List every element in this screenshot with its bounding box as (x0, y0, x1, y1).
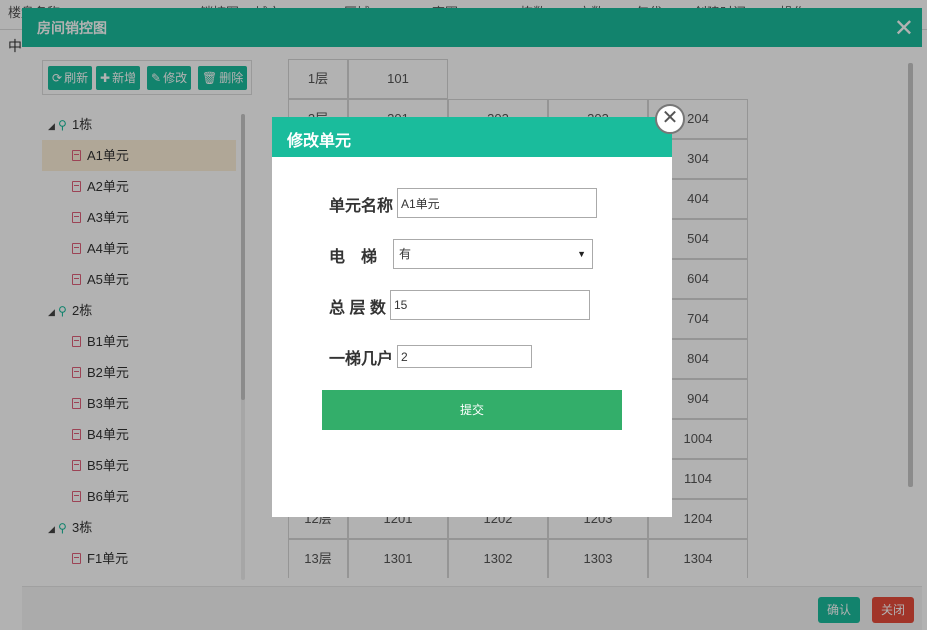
elevator-label: 电 梯 (329, 249, 378, 266)
households-label: 一梯几户 (329, 351, 394, 368)
dialog-title: 修改单元 (287, 133, 352, 150)
submit-button[interactable]: 提交 (322, 390, 622, 430)
edit-unit-dialog: 修改单元 单元名称 电 梯 有 ▼ 总 层 数 一梯几户 提交 (272, 117, 672, 517)
households-input[interactable] (397, 345, 532, 368)
chevron-down-icon: ▼ (577, 249, 586, 259)
elevator-select[interactable]: 有 ▼ (393, 239, 593, 269)
unit-name-input[interactable] (397, 188, 597, 218)
total-floors-label: 总 层 数 (329, 300, 386, 317)
dialog-header: 修改单元 (272, 117, 672, 157)
elevator-selected-value: 有 (399, 247, 412, 261)
dialog-close-icon[interactable]: ✕ (655, 104, 685, 134)
total-floors-input[interactable] (390, 290, 590, 320)
unit-name-label: 单元名称 (329, 198, 394, 215)
